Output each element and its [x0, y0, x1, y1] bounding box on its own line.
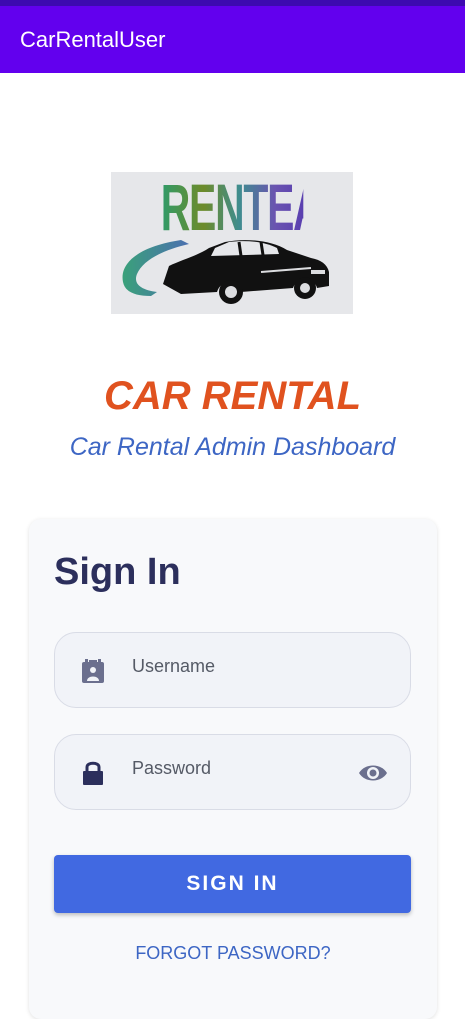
sign-in-heading: Sign In [54, 551, 181, 593]
forgot-password-link[interactable]: FORGOT PASSWORD? [29, 943, 437, 964]
brand-title: CAR RENTAL [103, 374, 361, 418]
logo-wordmark: RENTEASY [160, 172, 353, 244]
sign-in-card: Sign In SIGN IN FORGOT PASSWORD? [29, 519, 437, 1019]
app-bar: CarRentalUser [0, 6, 465, 73]
lock-icon [83, 761, 103, 785]
app-title: CarRentalUser [20, 26, 166, 52]
badge-icon [82, 659, 104, 683]
car-road-icon [122, 240, 329, 304]
username-input[interactable] [132, 653, 342, 679]
sign-in-button[interactable]: SIGN IN [54, 855, 411, 913]
password-field[interactable] [54, 734, 411, 810]
username-field[interactable] [54, 632, 411, 708]
password-input[interactable] [132, 755, 342, 781]
renteasy-logo: RENTEASY [111, 172, 353, 314]
eye-icon[interactable] [357, 762, 389, 784]
brand-subtitle: Car Rental Admin Dashboard [69, 433, 396, 461]
